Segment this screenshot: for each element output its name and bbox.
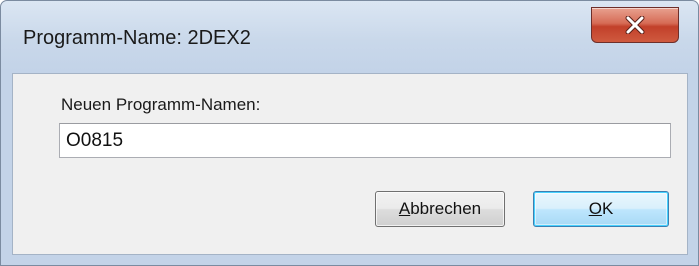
ok-label: K <box>601 199 614 218</box>
close-button[interactable] <box>591 7 679 43</box>
dialog-window: Programm-Name: 2DEX2 Neuen Programm-Name… <box>0 0 699 266</box>
window-title: Programm-Name: 2DEX2 <box>23 27 251 49</box>
program-name-input[interactable] <box>59 123 671 158</box>
dialog-content: Neuen Programm-Namen: Abbrechen OK <box>12 73 688 255</box>
title-bar[interactable]: Programm-Name: 2DEX2 <box>1 1 698 73</box>
ok-button[interactable]: OK <box>533 191 669 227</box>
cancel-label: bbrechen <box>410 199 482 218</box>
program-name-label: Neuen Programm-Namen: <box>61 95 261 114</box>
close-icon <box>625 16 645 34</box>
cancel-button[interactable]: Abbrechen <box>375 191 505 227</box>
ok-mnemonic: O <box>588 199 602 218</box>
cancel-mnemonic: A <box>398 199 411 218</box>
